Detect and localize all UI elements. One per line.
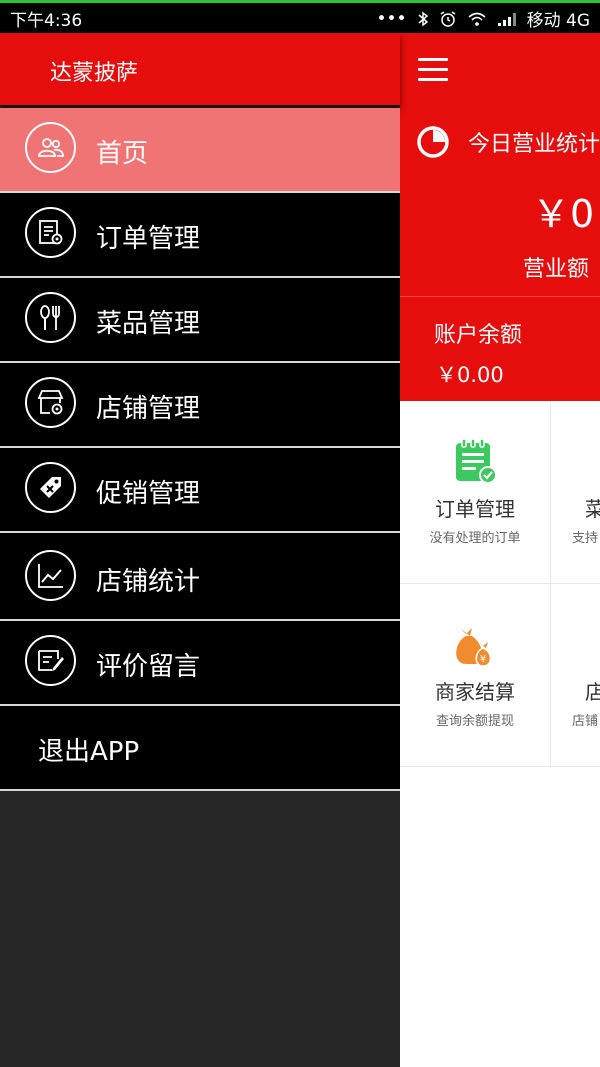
hamburger-menu-icon[interactable] (418, 58, 448, 82)
nav-item-label: 店铺统计 (96, 567, 201, 597)
cutlery-icon (25, 292, 76, 343)
more-dots-icon: ••• (376, 8, 407, 29)
grid-merchant-settlement[interactable]: ¥ 商家结算 查询余额提现 (400, 584, 551, 767)
grid-subtitle: 没有处理的订单 (429, 531, 521, 546)
drawer-header: 达蒙披萨 (0, 33, 400, 105)
status-time: 下午4:36 (10, 11, 83, 31)
pie-chart-icon (417, 126, 449, 158)
nav-item-home[interactable]: 首页 (0, 108, 400, 193)
grid-shop[interactable]: 店 店铺 (551, 584, 600, 767)
nav-item-shop-management[interactable]: 店铺管理 (0, 363, 400, 448)
stats-header: 今日营业统计 ￥0 营业额 (400, 33, 600, 296)
signal-icon (497, 12, 516, 26)
line-chart-icon (25, 550, 76, 601)
alarm-icon (440, 10, 456, 27)
balance-title: 账户余额 (434, 323, 523, 348)
status-accent-line (0, 0, 600, 3)
wifi-icon (468, 12, 486, 26)
status-icons: ••• 移动 4G (376, 6, 591, 32)
nav-item-label: 首页 (96, 139, 149, 169)
nav-item-label: 店铺管理 (96, 394, 201, 424)
main-panel: 今日营业统计 ￥0 营业额 账户余额 ￥0.00 订单管理 没有处理的订单 菜 … (400, 33, 600, 1067)
nav-item-label: 菜品管理 (96, 309, 201, 339)
grid-order-management[interactable]: 订单管理 没有处理的订单 (400, 401, 551, 584)
bluetooth-icon (418, 11, 428, 26)
nav-item-label: 促销管理 (96, 479, 201, 509)
grid-title: 菜 (585, 493, 600, 522)
promotion-tag-icon (25, 462, 76, 513)
grid-subtitle: 支持 (572, 531, 599, 546)
shop-settings-icon (25, 377, 76, 428)
status-bar: 下午4:36 ••• 移动 4G (0, 0, 600, 33)
svg-text:¥: ¥ (480, 654, 486, 665)
nav-item-label: 退出APP (38, 737, 140, 767)
comment-edit-icon (25, 635, 76, 686)
nav-item-dish-management[interactable]: 菜品管理 (0, 278, 400, 363)
nav-item-logout[interactable]: 退出APP (0, 706, 400, 791)
nav-item-promotion-management[interactable]: 促销管理 (0, 448, 400, 533)
stats-title-row: 今日营业统计 (416, 125, 600, 159)
nav-item-label: 评价留言 (96, 652, 201, 682)
carrier-label: 移动 4G (526, 11, 590, 31)
grid-subtitle: 查询余额提现 (435, 714, 514, 729)
grid-subtitle: 店铺 (572, 714, 599, 729)
stats-title: 今日营业统计 (468, 132, 600, 157)
money-bag-icon: ¥ (456, 628, 492, 667)
grid-title: 店 (585, 676, 600, 705)
balance-block[interactable]: 账户余额 ￥0.00 (400, 296, 600, 402)
nav-item-shop-statistics[interactable]: 店铺统计 (0, 533, 400, 621)
nav-item-label: 订单管理 (96, 224, 201, 254)
order-list-icon (456, 438, 497, 484)
nav-item-reviews[interactable]: 评价留言 (0, 621, 400, 706)
revenue-label: 营业额 (523, 257, 590, 282)
grid-dish-management[interactable]: 菜 支持 (551, 401, 600, 584)
navigation-drawer: 达蒙披萨 首页 订单管理 菜品管理 店铺管理 促销管理 店铺统计 评价留言 退出… (0, 33, 400, 1067)
grid-title: 商家结算 (435, 680, 515, 704)
drawer-title: 达蒙披萨 (50, 61, 139, 86)
grid-title: 订单管理 (435, 497, 515, 521)
people-icon (25, 122, 76, 173)
nav-item-order-management[interactable]: 订单管理 (0, 193, 400, 278)
order-document-icon (25, 207, 76, 258)
revenue-value: ￥0 (532, 192, 595, 236)
balance-value: ￥0.00 (436, 363, 504, 387)
